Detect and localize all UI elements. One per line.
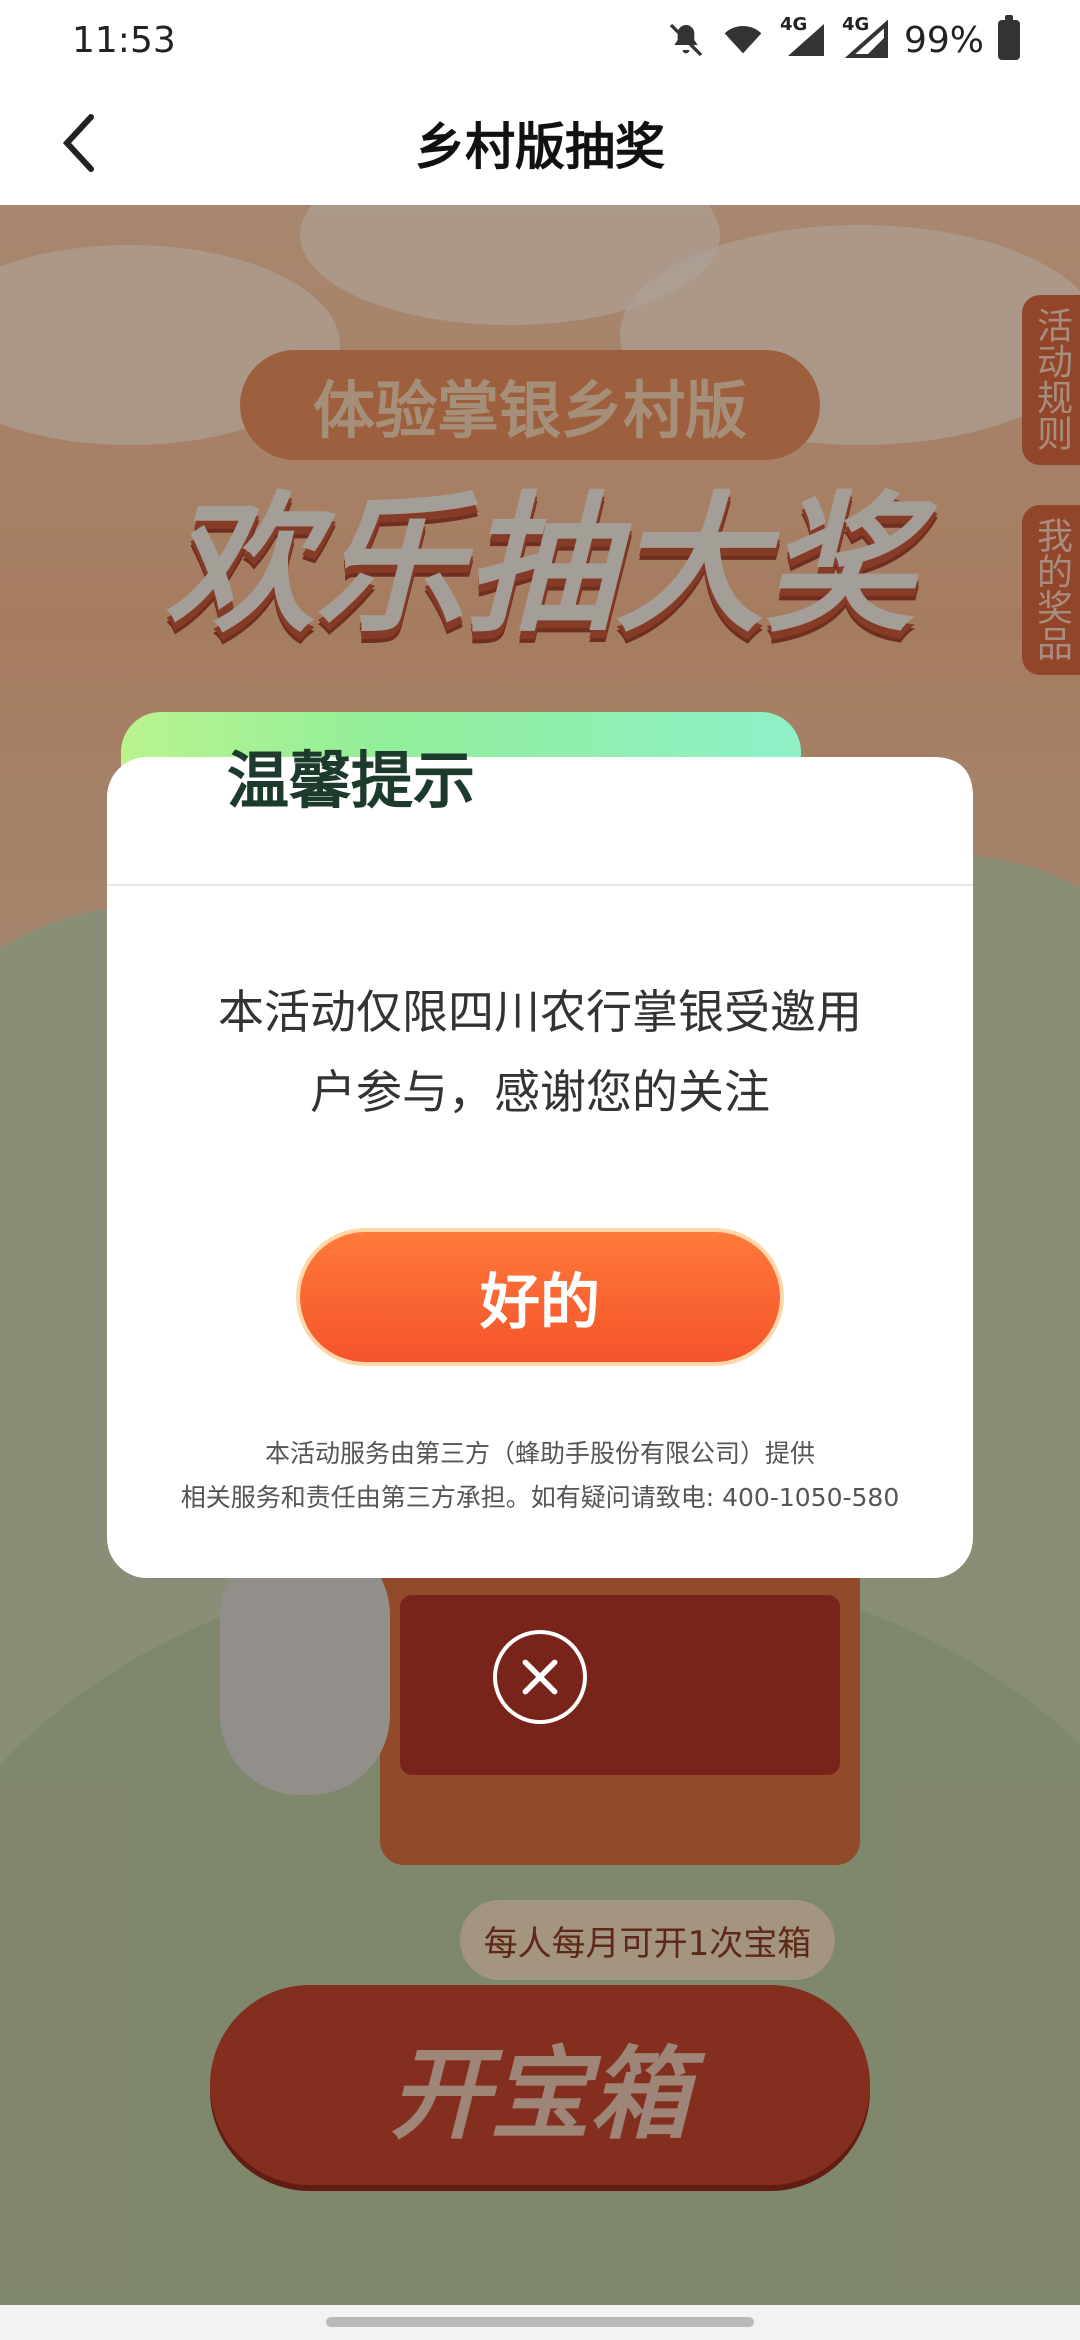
close-dialog-button[interactable] — [493, 1630, 587, 1724]
battery-percent: 99% — [903, 19, 984, 61]
back-button[interactable] — [44, 108, 114, 178]
gesture-bar — [0, 2305, 1080, 2340]
home-indicator[interactable] — [326, 2317, 754, 2327]
status-bar: 11:53 4G 4G 99% — [0, 0, 1080, 80]
page-title: 乡村版抽奖 — [415, 117, 665, 176]
notice-dialog: 温馨提示 本活动仅限四川农行掌银受邀用 户参与，感谢您的关注 好的 本活动服务由… — [107, 712, 973, 1578]
close-icon — [522, 1659, 558, 1695]
chevron-left-icon — [62, 114, 94, 172]
wifi-icon — [724, 26, 762, 54]
status-icons: 4G 4G 99% — [666, 14, 1020, 61]
dialog-message: 本活动仅限四川农行掌银受邀用 户参与，感谢您的关注 — [218, 985, 862, 1119]
mute-icon — [669, 23, 703, 57]
status-time: 11:53 — [72, 19, 176, 61]
dialog-title: 温馨提示 — [227, 744, 476, 817]
signal-4g-icon: 4G — [842, 14, 890, 60]
dialog-footer: 本活动服务由第三方（蜂助手股份有限公司）提供 相关服务和责任由第三方承担。如有疑… — [180, 1439, 900, 1512]
signal-4g-icon: 4G — [780, 14, 828, 60]
battery-icon — [998, 15, 1020, 60]
ok-button[interactable]: 好的 — [300, 1232, 780, 1362]
dialog-divider — [107, 884, 973, 886]
nav-bar: 乡村版抽奖 — [0, 80, 1080, 205]
